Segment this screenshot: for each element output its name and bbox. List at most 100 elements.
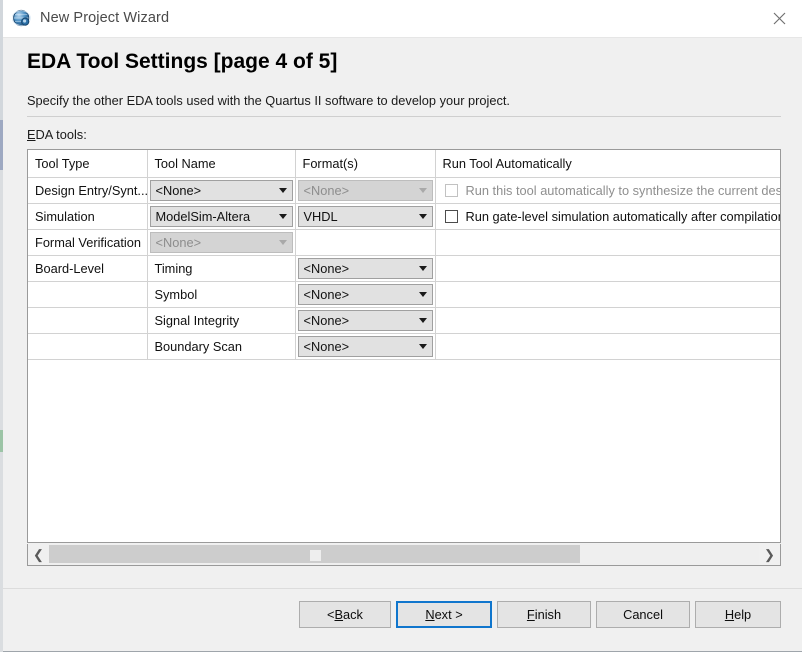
finish-button-post: inish [534,607,562,622]
run-tool-row-design-entry: Run this tool automatically to synthesiz… [436,178,781,203]
app-root: New Project Wizard EDA Tool Settings [pa… [0,0,802,652]
scrollbar-thumb-grip [310,550,321,561]
checkbox-run-synthesis[interactable] [444,184,458,197]
close-icon[interactable] [756,0,802,37]
format-dropdown-signal-integrity[interactable]: <None> [297,310,433,331]
table-row: Design Entry/Synt... <None> <None> Run t… [28,177,781,204]
cell-format: <None> [295,177,436,204]
window-title: New Project Wizard [40,10,170,26]
cell-run-tool [435,229,780,256]
tool-name-value-design-entry: <None> [155,183,202,198]
format-dropdown-simulation[interactable]: VHDL [297,206,433,227]
footer-divider [3,588,802,589]
next-button[interactable]: Next > [396,601,492,628]
format-dropdown-timing[interactable]: <None> [297,258,433,279]
chevron-down-icon [274,214,292,219]
cell-run-tool [435,307,780,334]
checkbox-label-run-gate-level-simulation: Run gate-level simulation automatically … [465,209,781,224]
format-value-timing: <None> [303,261,350,276]
chevron-down-icon [414,344,432,349]
quartus-globe-icon [11,9,32,29]
row-label-formal-verification: Formal Verification [35,235,141,250]
cell-tool-name: Signal Integrity [147,307,296,334]
cell-format [295,229,436,256]
format-value-boundary-scan: <None> [303,339,350,354]
header-label-formats: Format(s) [302,156,358,171]
table-row: Simulation ModelSim-Altera VHDL Run gate… [28,203,781,230]
cell-tool-type: Design Entry/Synt... [28,177,148,204]
eda-tools-label: EDA tools: [27,127,87,142]
header-cell-formats: Format(s) [295,150,436,178]
format-dropdown-boundary-scan[interactable]: <None> [297,336,433,357]
format-dropdown-symbol[interactable]: <None> [297,284,433,305]
scrollbar-track[interactable] [49,544,759,565]
cell-run-tool [435,281,780,308]
help-button-post: elp [734,607,752,622]
cell-tool-type [28,333,148,360]
table-horizontal-scrollbar[interactable]: ❮ ❯ [27,544,781,566]
header-label-run-tool: Run Tool Automatically [442,156,572,171]
header-cell-run-tool: Run Tool Automatically [435,150,780,178]
new-project-wizard-window: New Project Wizard EDA Tool Settings [pa… [3,0,802,652]
row-label-signal-integrity: Signal Integrity [154,313,240,328]
chevron-down-icon [414,292,432,297]
back-button[interactable]: < Back [299,601,391,628]
finish-button-mnemonic: F [526,607,535,622]
cell-tool-type [28,281,148,308]
next-button-post: ext > [434,607,463,622]
scroll-left-arrow-icon[interactable]: ❮ [28,544,49,565]
help-button-mnemonic: H [724,607,735,622]
title-bar: New Project Wizard [3,0,802,38]
format-value-symbol: <None> [303,287,350,302]
table-row: Symbol <None> [28,281,780,308]
help-button[interactable]: Help [695,601,781,628]
format-dropdown-design-entry[interactable]: <None> [297,180,433,201]
cell-format: VHDL [295,203,436,230]
cell-format: <None> [295,307,436,334]
cell-format: <None> [295,333,436,360]
cell-tool-name: <None> [147,177,296,204]
row-label-design-entry: Design Entry/Synt... [35,183,147,198]
row-label-boundary-scan: Boundary Scan [154,339,243,354]
tool-name-value-formal-verification: <None> [155,235,202,250]
cancel-button[interactable]: Cancel [596,601,690,628]
checkbox-run-gate-level-simulation[interactable] [444,210,458,223]
row-label-simulation: Simulation [35,209,95,224]
cell-run-tool [435,255,780,282]
table-row: Board-Level Timing <None> [28,255,780,282]
eda-tools-label-mnemonic: E [27,127,36,142]
eda-tools-table: Tool Type Tool Name Format(s) Run Tool A… [27,149,781,543]
wizard-button-bar: < Back Next > Finish Cancel Help [3,596,802,636]
next-button-mnemonic: N [425,607,435,622]
back-button-pre: < [327,607,335,622]
table-row: Signal Integrity <None> [28,307,780,334]
eda-tools-label-rest: DA tools: [35,127,87,142]
cell-tool-name: Timing [147,255,296,282]
tool-name-value-simulation: ModelSim-Altera [155,209,251,224]
cell-run-tool: Run this tool automatically to synthesiz… [435,177,781,204]
row-label-board-level: Board-Level [35,261,105,276]
tool-name-dropdown-simulation[interactable]: ModelSim-Altera [149,206,293,227]
tool-name-dropdown-formal-verification[interactable]: <None> [149,232,293,253]
cancel-button-label: Cancel [623,607,663,622]
cell-tool-name: Boundary Scan [147,333,296,360]
tool-name-dropdown-design-entry[interactable]: <None> [149,180,293,201]
scroll-right-arrow-icon[interactable]: ❯ [759,544,780,565]
scrollbar-thumb[interactable] [49,545,580,563]
header-label-tool-name: Tool Name [154,156,216,171]
chevron-down-icon [414,318,432,323]
eda-tools-grid: Tool Type Tool Name Format(s) Run Tool A… [28,150,781,360]
cell-tool-type: Formal Verification [28,229,148,256]
cell-run-tool [435,333,780,360]
checkbox-label-run-synthesis: Run this tool automatically to synthesiz… [465,183,781,198]
cell-tool-type [28,307,148,334]
cell-tool-type: Simulation [28,203,148,230]
cell-run-tool: Run gate-level simulation automatically … [435,203,781,230]
finish-button[interactable]: Finish [497,601,591,628]
chevron-down-icon [414,214,432,219]
cell-format: <None> [295,281,436,308]
chevron-down-icon [414,266,432,271]
table-row: Formal Verification <None> [28,229,780,256]
page-title: EDA Tool Settings [page 4 of 5] [27,50,338,73]
table-header-row: Tool Type Tool Name Format(s) Run Tool A… [28,150,780,178]
